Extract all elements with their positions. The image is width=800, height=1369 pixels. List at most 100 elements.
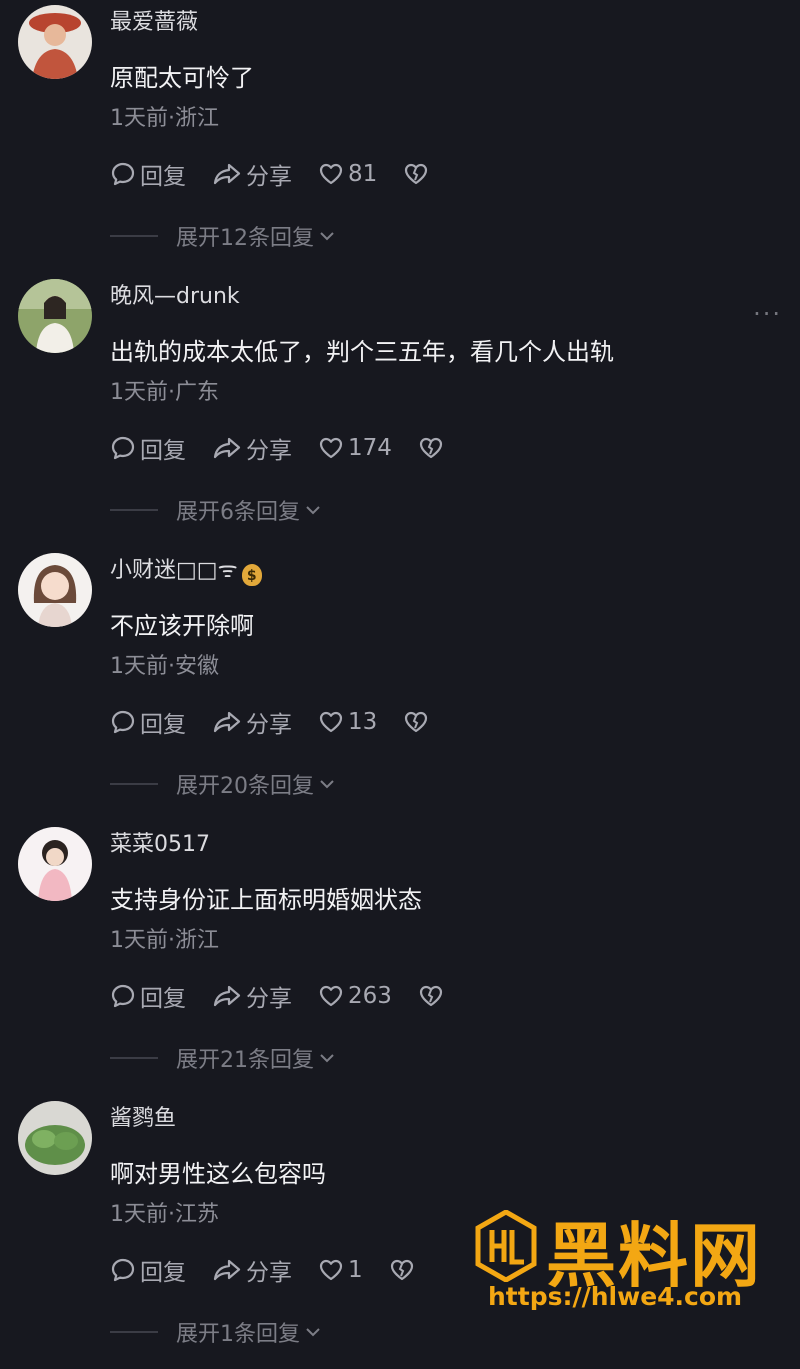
speech-bubble-icon (111, 162, 135, 186)
username[interactable]: 酱鹨鱼 (110, 1100, 176, 1132)
comment-actions: 回复 分享 13 (110, 704, 459, 740)
like-count: 174 (348, 435, 392, 461)
heart-outline-icon (319, 1259, 343, 1281)
expand-label: 展开6条回复 (176, 500, 300, 525)
avatar[interactable] (18, 827, 92, 901)
comment-meta: 1天前·广东 (110, 380, 219, 405)
broken-heart-icon (405, 163, 428, 185)
chevron-down-icon (306, 1328, 320, 1337)
more-options-button[interactable]: ··· (753, 300, 782, 328)
comment-actions: 回复 分享 174 (110, 430, 474, 466)
comment-text: 原配太可怜了 (110, 64, 254, 92)
share-button[interactable]: 分享 (212, 157, 292, 191)
speech-bubble-icon (111, 984, 135, 1008)
heart-outline-icon (319, 711, 343, 733)
broken-heart-icon (390, 1259, 413, 1281)
money-bag-icon: $ (241, 564, 262, 586)
username-suffix: □□ᯤ (176, 558, 238, 583)
comment-text: 出轨的成本太低了，判个三五年，看几个人出轨 (110, 338, 614, 366)
broken-heart-icon (405, 711, 428, 733)
like-count: 13 (348, 709, 378, 735)
heart-outline-icon (319, 163, 343, 185)
share-arrow-icon (213, 163, 241, 185)
share-button[interactable]: 分享 (212, 705, 292, 739)
comment-actions: 回复 分享 1 (110, 1252, 445, 1288)
comment-text: 啊对男性这么包容吗 (110, 1160, 326, 1188)
expand-replies[interactable]: 展开12条回复 (110, 220, 337, 252)
like-count: 81 (348, 161, 378, 187)
comment-text: 支持身份证上面标明婚姻状态 (110, 886, 422, 914)
expand-label: 展开21条回复 (176, 1048, 314, 1073)
divider-line (110, 509, 158, 511)
speech-bubble-icon (111, 1258, 135, 1282)
username[interactable]: 晚风—drunk (110, 278, 240, 310)
speech-bubble-icon (111, 436, 135, 460)
like-button[interactable]: 263 (318, 983, 392, 1009)
reply-button[interactable]: 回复 (110, 157, 186, 191)
chevron-down-icon (306, 506, 320, 515)
share-label: 分享 (246, 438, 292, 464)
expand-replies[interactable]: 展开21条回复 (110, 1042, 337, 1074)
divider-line (110, 783, 158, 785)
reply-button[interactable]: 回复 (110, 431, 186, 465)
username[interactable]: 最爱蔷薇 (110, 4, 198, 36)
username[interactable]: 菜菜0517 (110, 826, 210, 858)
dislike-button[interactable] (403, 162, 433, 186)
like-count: 263 (348, 983, 392, 1009)
reply-label: 回复 (140, 438, 186, 464)
comment-item: 小财迷□□ᯤ $ 不应该开除啊 1天前·安徽 回复 分享 13 展开20条回复 (0, 548, 800, 821)
heart-outline-icon (319, 437, 343, 459)
divider-line (110, 1057, 158, 1059)
avatar[interactable] (18, 279, 92, 353)
share-arrow-icon (213, 711, 241, 733)
comment-actions: 回复 分享 81 (110, 156, 459, 192)
chevron-down-icon (320, 780, 334, 789)
dislike-button[interactable] (403, 710, 433, 734)
chevron-down-icon (320, 232, 334, 241)
reply-button[interactable]: 回复 (110, 979, 186, 1013)
share-button[interactable]: 分享 (212, 1253, 292, 1287)
share-label: 分享 (246, 712, 292, 738)
expand-replies[interactable]: 展开1条回复 (110, 1316, 323, 1348)
divider-line (110, 235, 158, 237)
share-arrow-icon (213, 437, 241, 459)
comment-text: 不应该开除啊 (110, 612, 254, 640)
broken-heart-icon (419, 985, 443, 1007)
broken-heart-icon (419, 437, 443, 459)
like-button[interactable]: 174 (318, 435, 392, 461)
reply-button[interactable]: 回复 (110, 705, 186, 739)
avatar[interactable] (18, 1101, 92, 1175)
like-button[interactable]: 81 (318, 161, 377, 187)
comment-item: 晚风—drunk ··· 出轨的成本太低了，判个三五年，看几个人出轨 1天前·广… (0, 274, 800, 547)
comment-meta: 1天前·江苏 (110, 1202, 219, 1227)
avatar[interactable] (18, 5, 92, 79)
share-label: 分享 (246, 164, 292, 190)
speech-bubble-icon (111, 710, 135, 734)
dislike-button[interactable] (389, 1258, 419, 1282)
username[interactable]: 小财迷□□ᯤ $ (110, 552, 262, 586)
reply-button[interactable]: 回复 (110, 1253, 186, 1287)
share-label: 分享 (246, 1260, 292, 1286)
dislike-button[interactable] (418, 984, 448, 1008)
like-button[interactable]: 13 (318, 709, 377, 735)
share-arrow-icon (213, 985, 241, 1007)
divider-line (110, 1331, 158, 1333)
share-button[interactable]: 分享 (212, 431, 292, 465)
comment-meta: 1天前·安徽 (110, 654, 219, 679)
share-label: 分享 (246, 986, 292, 1012)
share-button[interactable]: 分享 (212, 979, 292, 1013)
expand-replies[interactable]: 展开20条回复 (110, 768, 337, 800)
like-button[interactable]: 1 (318, 1257, 363, 1283)
username-text: 小财迷 (110, 558, 177, 583)
reply-label: 回复 (140, 986, 186, 1012)
chevron-down-icon (320, 1054, 334, 1063)
expand-label: 展开12条回复 (176, 226, 314, 251)
comment-actions: 回复 分享 263 (110, 978, 474, 1014)
expand-replies[interactable]: 展开6条回复 (110, 494, 323, 526)
watermark-logo-icon (475, 1210, 537, 1282)
reply-label: 回复 (140, 712, 186, 738)
heart-outline-icon (319, 985, 343, 1007)
dislike-button[interactable] (418, 436, 448, 460)
comment-meta: 1天前·浙江 (110, 106, 219, 131)
avatar[interactable] (18, 553, 92, 627)
